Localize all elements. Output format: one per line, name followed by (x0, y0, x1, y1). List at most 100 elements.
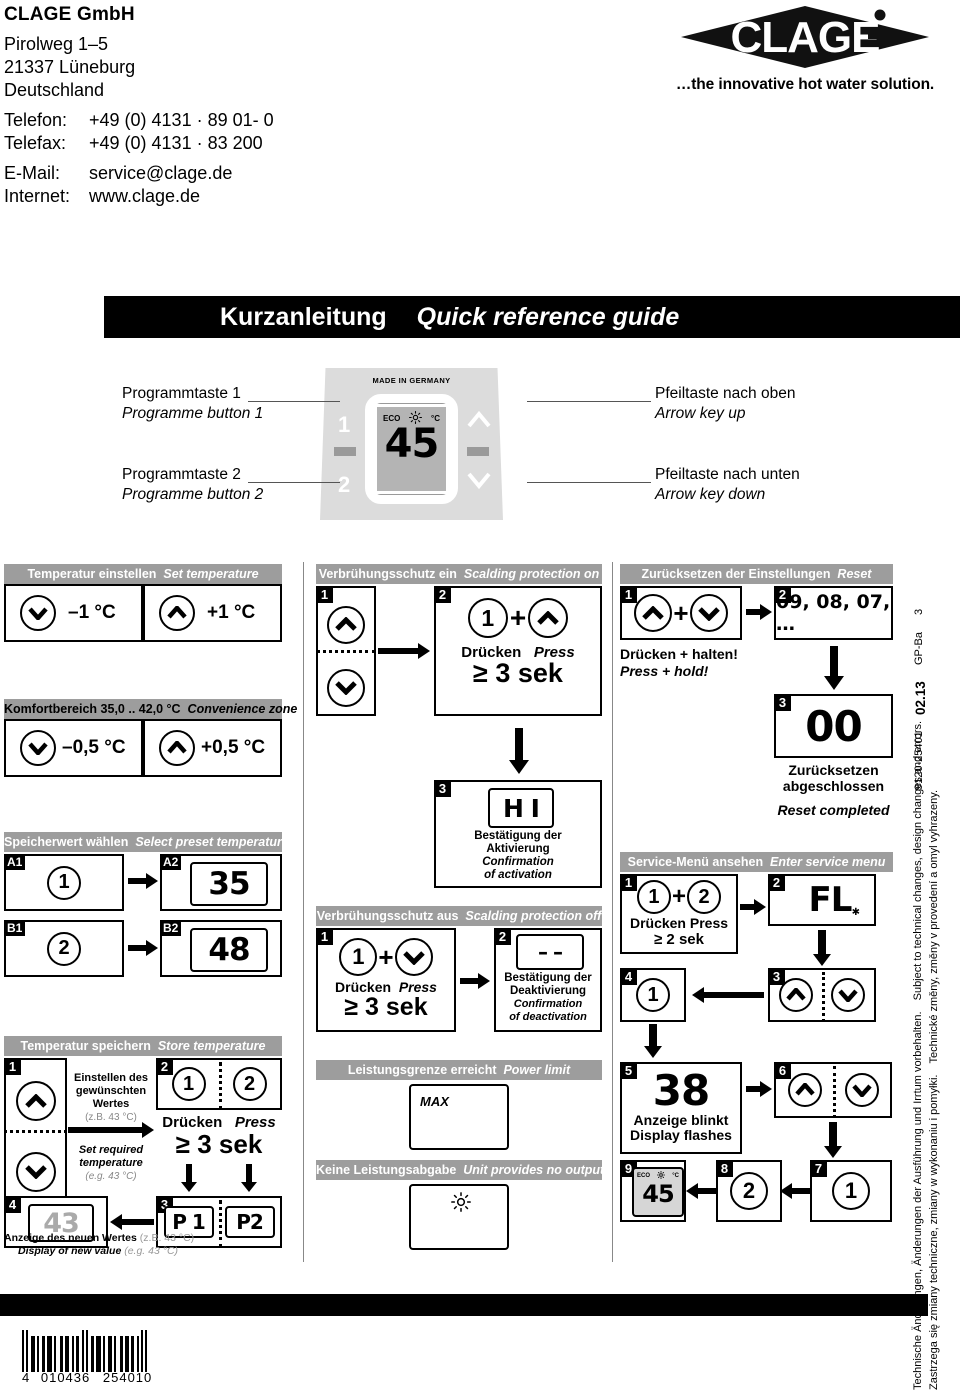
device-button-2[interactable]: 2 (338, 472, 350, 498)
barcode: 4 010436 254010 (22, 1330, 152, 1385)
preset-a2-box: A2 35 (160, 854, 282, 911)
phone-row: Telefon: +49 (0) 4131 · 89 01- 0 (4, 109, 464, 132)
section-service-header: Service-Menü ansehen Enter service menu (620, 852, 893, 872)
arrow-up-icon[interactable] (15, 1081, 56, 1122)
preset-en: Select preset temperature (135, 835, 289, 849)
arrow-down-icon (824, 1122, 842, 1163)
store-note: Einstellen des gewünschten Wertes (z.B. … (72, 1072, 150, 1124)
reset-hold-de: Drücken + halten! (620, 646, 738, 662)
scald-off-step2-number: 2 (494, 928, 511, 945)
set-temp-up-box[interactable]: +1 °C (143, 584, 282, 642)
scald-off-step1-box[interactable]: 1 1 + Drücken Press ≥ 3 sek (316, 928, 456, 1032)
service-en: Enter service menu (770, 855, 886, 869)
scald-on-en: Scalding protection on (463, 567, 600, 581)
device-display: ECO °C 45 (374, 404, 449, 494)
store-foot-en-paren: (e.g. 43 °C) (124, 1245, 179, 1257)
preset-b1-box[interactable]: B1 2 (4, 920, 124, 977)
callout-programme-button-2: Programmtaste 2 Programme button 2 (122, 465, 312, 505)
preset-a1-tag: A1 (4, 854, 26, 870)
arrow-down-icon[interactable] (20, 730, 56, 766)
device-arrow-down-icon[interactable] (466, 470, 492, 495)
service-step2-box: 2 FL ✱ (768, 874, 876, 926)
reset-step2-number: 2 (774, 586, 791, 603)
arrow-up-icon[interactable] (787, 1073, 822, 1107)
preset-b2-value: 48 (208, 932, 250, 968)
set-temp-down-box[interactable]: –1 °C (4, 584, 143, 642)
preset-button-2[interactable]: 2 (47, 931, 81, 966)
service-button-1[interactable]: 1 (636, 880, 671, 914)
arrow-down-icon[interactable] (15, 1151, 56, 1192)
power-limit-de: Leistungsgrenze erreicht (347, 1063, 497, 1077)
company-country: Deutschland (4, 80, 105, 100)
service-step6-box[interactable]: 6 (774, 1062, 892, 1118)
arrow-down-icon[interactable] (394, 938, 433, 976)
arrow-down-icon[interactable] (844, 1073, 879, 1107)
arrow-left-icon (686, 1182, 716, 1205)
store-step2-box[interactable]: 2 1 2 (156, 1058, 282, 1110)
service-step8-box[interactable]: 8 2 (716, 1160, 782, 1222)
content-columns: Temperatur einstellen Set temperature –1… (0, 562, 893, 1262)
arrow-down-icon[interactable] (327, 668, 365, 707)
section-scalding-on-header: Verbrühungsschutz ein Scalding protectio… (316, 564, 602, 584)
preset-a2-value: 35 (208, 866, 250, 902)
store-footnote: Anzeige des neuen Wertes (z.B. 43 °C) Di… (4, 1232, 282, 1258)
service-step7-box[interactable]: 7 1 (810, 1160, 892, 1222)
convenience-up-box[interactable]: +0,5 °C (143, 719, 282, 777)
service-step4-button[interactable]: 1 (636, 978, 670, 1012)
device-button-1[interactable]: 1 (338, 412, 350, 438)
service-step4-box[interactable]: 4 1 (620, 968, 686, 1022)
store-step2-dotted-divider (219, 1062, 222, 1110)
section-no-output-header: Keine Leistungsabgabe Unit provides no o… (316, 1160, 604, 1180)
arrow-up-icon[interactable] (634, 594, 673, 632)
scald-off-conf-en2: of deactivation (509, 1011, 587, 1023)
scald-on-button-1[interactable]: 1 (467, 598, 508, 638)
service-press-de: Drücken (629, 915, 686, 931)
preset-a1-box[interactable]: A1 1 (4, 854, 124, 911)
power-limit-en: Power limit (503, 1063, 571, 1077)
arrow-up-icon[interactable] (159, 730, 195, 766)
scald-on-step2-box[interactable]: 2 1 + Drücken Press ≥ 3 sek (434, 586, 602, 716)
store-button-1[interactable]: 1 (171, 1067, 206, 1101)
legal-line-cz-pl: Zastrzega się zmiany techniczne, zmiany … (928, 790, 940, 1390)
arrow-down-icon[interactable] (689, 594, 728, 632)
arrow-down-icon[interactable] (831, 978, 865, 1012)
service-step7-button[interactable]: 1 (832, 1172, 870, 1210)
arrow-right-icon (740, 898, 766, 921)
arrow-up-icon[interactable] (159, 595, 195, 631)
service-button-2[interactable]: 2 (687, 880, 721, 914)
preset-button-1[interactable]: 1 (47, 865, 81, 900)
service-step9-box: 9 ECO °C 45 (620, 1160, 686, 1222)
convenience-down-box[interactable]: –0,5 °C (4, 719, 143, 777)
section-power-limit-header: Leistungsgrenze erreicht Power limit (316, 1060, 602, 1080)
store-note-en: Set required temperature (e.g. 43 °C) (72, 1144, 150, 1183)
scald-off-button-1[interactable]: 1 (339, 938, 378, 976)
store-button-2[interactable]: 2 (232, 1067, 267, 1101)
device-arrow-up-icon[interactable] (466, 410, 492, 435)
section-select-preset: Speicherwert wählen Select preset temper… (4, 832, 289, 980)
legal-pl: Zastrzega się zmiany techniczne, zmiany … (928, 1074, 940, 1390)
web-value[interactable]: www.clage.de (89, 185, 200, 208)
email-value[interactable]: service@clage.de (89, 162, 232, 185)
service-step8-button[interactable]: 2 (730, 1172, 768, 1210)
arrow-up-icon[interactable] (528, 598, 569, 638)
callout-prog1-en: Programme button 1 (122, 405, 264, 422)
barcode-group1: 010436 (40, 1370, 91, 1385)
brand-logo: CLAGE …the innovative hot water solution… (660, 4, 950, 94)
convenience-plus-label: +0,5 °C (201, 737, 266, 758)
preset-b2-box: B2 48 (160, 920, 282, 977)
arrow-down-icon[interactable] (20, 595, 56, 631)
service-step1-box[interactable]: 1 1 + 2 Drücken Press ≥ 2 sek (620, 874, 738, 954)
scald-on-step3-box: 3 H I Bestätigung der Aktivierung Confir… (434, 780, 602, 888)
store-de: Temperatur speichern (20, 1039, 151, 1053)
svg-text:CLAGE: CLAGE (731, 13, 880, 62)
leader-line-down (527, 482, 651, 483)
final-unit-indicator: °C (672, 1173, 679, 1179)
reset-step2-box: 2 09, 08, 07, … (774, 586, 893, 640)
section-no-output: Keine Leistungsabgabe Unit provides no o… (316, 1160, 604, 1252)
scald-on-conf-en1: Confirmation (482, 856, 554, 868)
preset-b2-display: 48 (190, 928, 268, 972)
service-step3-box[interactable]: 3 (768, 968, 876, 1022)
callout-prog2-en: Programme button 2 (122, 486, 264, 503)
arrow-up-icon[interactable] (327, 605, 365, 644)
reset-step1-box[interactable]: 1 + (620, 586, 742, 640)
